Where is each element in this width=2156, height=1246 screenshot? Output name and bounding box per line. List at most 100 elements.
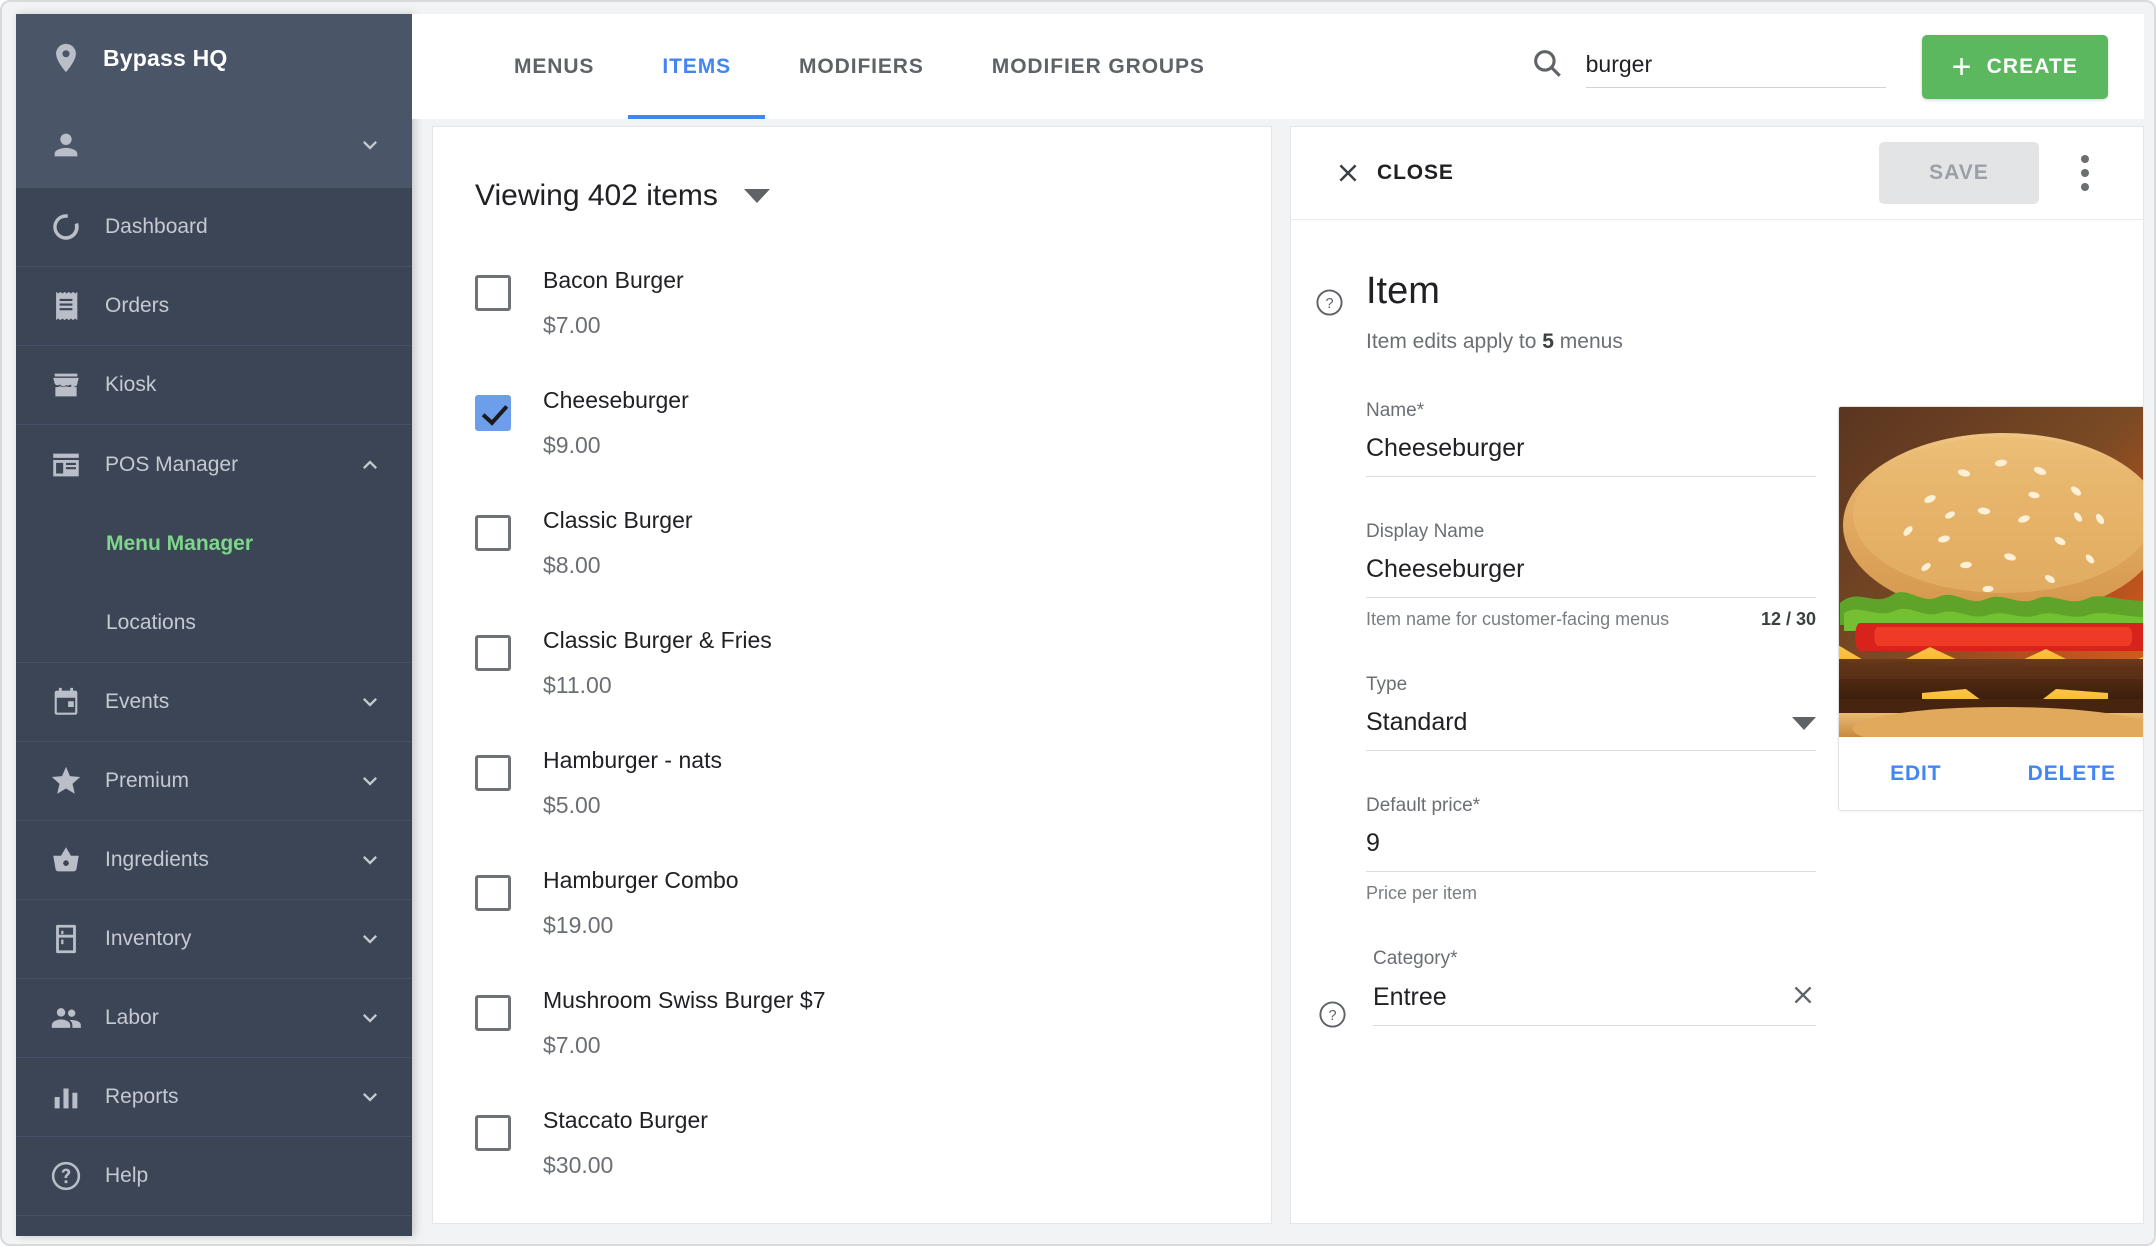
delete-image-button[interactable]: DELETE [2028, 762, 2116, 786]
top-bar: MENUS ITEMS MODIFIERS MODIFIER GROUPS + … [412, 14, 2144, 119]
item-name: Hamburger - nats [543, 747, 722, 773]
sidebar-item-ingredients[interactable]: Ingredients [16, 821, 412, 900]
tab-items[interactable]: ITEMS [628, 14, 765, 119]
sidebar-item-kiosk[interactable]: Kiosk [16, 346, 412, 425]
items-list-panel: Viewing 402 items Bacon Burger $7.00 Che… [432, 126, 1272, 1224]
display-name-hint-row: Item name for customer-facing menus 12 /… [1366, 609, 1816, 630]
default-price-hint: Price per item [1366, 883, 1478, 903]
star-icon [49, 764, 83, 798]
name-input[interactable]: Cheeseburger [1366, 434, 1816, 477]
chevron-down-icon [356, 767, 384, 795]
item-price: $5.00 [543, 792, 601, 818]
chevron-down-icon [356, 925, 384, 953]
save-button[interactable]: SAVE [1879, 142, 2039, 204]
item-checkbox[interactable] [475, 995, 511, 1031]
sidebar-item-premium[interactable]: Premium [16, 742, 412, 821]
sidebar-item-label: Premium [105, 769, 190, 792]
help-circle-icon[interactable]: ? [1318, 1000, 1347, 1029]
sidebar-item-label: Inventory [105, 927, 192, 950]
sidebar-item-dashboard[interactable]: Dashboard [16, 188, 412, 267]
sidebar-item-label: POS Manager [105, 452, 239, 476]
help-circle-icon[interactable]: ? [1315, 288, 1344, 317]
tab-menus[interactable]: MENUS [480, 14, 628, 119]
sidebar-item-orders[interactable]: Orders [16, 267, 412, 346]
display-name-field-group: Display Name Cheeseburger Item name for … [1366, 521, 1816, 630]
detail-panel-header: CLOSE SAVE [1291, 127, 2143, 220]
brand-name: Bypass HQ [103, 44, 228, 71]
item-checkbox[interactable] [475, 395, 511, 431]
default-price-input-value: 9 [1366, 829, 1380, 857]
item-price: $8.00 [543, 552, 601, 578]
list-item[interactable]: Cheeseburger $9.00 [433, 373, 1271, 493]
search-icon [1530, 46, 1564, 80]
chevron-down-icon [743, 189, 770, 203]
category-input[interactable]: Entree [1373, 982, 1816, 1026]
storefront-icon [49, 368, 83, 402]
detail-panel-body: ? Item Item edits apply to 5 menus Name* [1291, 220, 2143, 1073]
list-item[interactable]: Classic Burger $8.00 [433, 493, 1271, 613]
item-name: Cheeseburger [543, 387, 689, 413]
list-item[interactable]: Staccato Burger $30.00 [433, 1093, 1271, 1213]
fridge-icon [49, 922, 83, 956]
chevron-down-icon [356, 131, 384, 159]
default-price-field-group: Default price* 9 Price per item [1366, 795, 1816, 904]
item-checkbox[interactable] [475, 875, 511, 911]
list-item[interactable]: Mushroom Swiss Burger $7 $7.00 [433, 973, 1271, 1093]
sidebar-subitem-label: Menu Manager [106, 531, 254, 555]
people-icon [49, 1001, 83, 1035]
search-input[interactable] [1585, 50, 1886, 88]
tab-modifier-groups[interactable]: MODIFIER GROUPS [958, 14, 1239, 119]
default-price-input[interactable]: 9 [1366, 829, 1816, 872]
more-vertical-icon[interactable] [2055, 143, 2115, 203]
chevron-down-icon [356, 1083, 384, 1111]
clear-category-icon[interactable] [1790, 982, 1816, 1008]
type-select-value: Standard [1366, 708, 1468, 736]
display-name-field-label: Display Name [1366, 521, 1485, 542]
sidebar-item-labor[interactable]: Labor [16, 979, 412, 1058]
create-button[interactable]: + CREATE [1921, 34, 2108, 99]
close-button[interactable]: CLOSE [1335, 160, 1454, 186]
sidebar-subitem-menu-manager[interactable]: Menu Manager [16, 504, 412, 583]
viewing-filter-dropdown[interactable]: Viewing 402 items [433, 127, 1271, 253]
type-select[interactable]: Standard [1366, 708, 1816, 751]
tab-modifiers[interactable]: MODIFIERS [765, 14, 958, 119]
close-button-label: CLOSE [1377, 161, 1454, 184]
user-menu[interactable] [16, 102, 412, 188]
chevron-down-icon [1792, 717, 1816, 730]
detail-title-row: ? Item Item edits apply to 5 menus [1291, 272, 2143, 354]
sidebar-item-label: Ingredients [105, 848, 209, 871]
list-item[interactable]: Classic Burger & Fries $11.00 [433, 613, 1271, 733]
viewing-count-label: Viewing 402 items [475, 179, 718, 212]
list-item[interactable]: Hamburger - nats $5.00 [433, 733, 1271, 853]
type-field-group: Type Standard [1366, 674, 1816, 751]
sidebar-subitem-label: Locations [106, 610, 196, 634]
item-price: $11.00 [543, 672, 612, 698]
item-checkbox[interactable] [475, 515, 511, 551]
pos-manager-subitems: Menu Manager Locations [16, 504, 412, 663]
calendar-icon [49, 685, 83, 719]
edit-image-button[interactable]: EDIT [1890, 762, 1941, 786]
item-checkbox[interactable] [475, 275, 511, 311]
sidebar-item-pos-manager[interactable]: POS Manager [16, 425, 412, 504]
item-checkbox[interactable] [475, 1115, 511, 1151]
sidebar-subitem-locations[interactable]: Locations [16, 583, 412, 662]
item-price: $9.00 [543, 432, 601, 458]
item-form-area: Name* Cheeseburger Display Name Cheesebu… [1291, 354, 2143, 1073]
item-detail-panel: CLOSE SAVE ? Item Item edits apply to 5 … [1290, 126, 2144, 1224]
list-item[interactable]: Hamburger Combo $19.00 [433, 853, 1271, 973]
item-price: $30.00 [543, 1152, 614, 1178]
item-checkbox[interactable] [475, 755, 511, 791]
brand-header[interactable]: Bypass HQ [16, 14, 412, 102]
person-icon [49, 128, 83, 162]
subtitle-suffix: menus [1559, 330, 1623, 353]
display-name-input[interactable]: Cheeseburger [1366, 555, 1816, 598]
sidebar-item-reports[interactable]: Reports [16, 1058, 412, 1137]
dashboard-donut-icon [49, 210, 83, 244]
item-checkbox[interactable] [475, 635, 511, 671]
list-item[interactable]: Bacon Burger $7.00 [433, 253, 1271, 373]
sidebar-item-help[interactable]: Help [16, 1137, 412, 1216]
sidebar-item-events[interactable]: Events [16, 663, 412, 742]
category-field-group: ? Category* Entree [1319, 948, 1816, 1029]
sidebar-item-inventory[interactable]: Inventory [16, 900, 412, 979]
display-name-hint: Item name for customer-facing menus [1366, 609, 1670, 629]
